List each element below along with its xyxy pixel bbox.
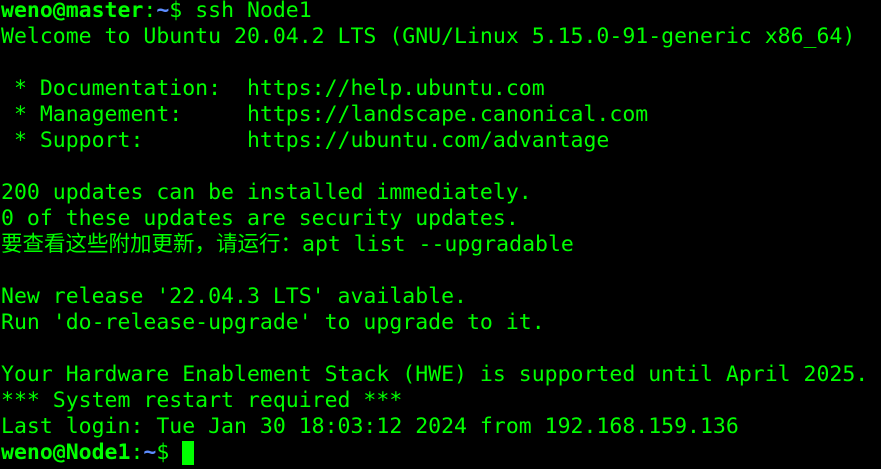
support-line: * Support: https://ubuntu.com/advantage <box>1 128 610 153</box>
documentation-line: * Documentation: https://help.ubuntu.com <box>1 76 545 101</box>
terminal-cursor[interactable] <box>182 441 195 465</box>
prompt-line-master: weno@master:~$ ssh Node1 <box>1 0 312 24</box>
hwe-support-line: Your Hardware Enablement Stack (HWE) is … <box>1 362 869 387</box>
command-text: ssh Node1 <box>195 0 312 23</box>
last-login-line: Last login: Tue Jan 30 18:03:12 2024 fro… <box>1 414 739 439</box>
new-release-line: New release '22.04.3 LTS' available. <box>1 284 467 309</box>
restart-required-line: *** System restart required *** <box>1 388 403 413</box>
security-updates-line: 0 of these updates are security updates. <box>1 206 519 231</box>
prompt-separator: : <box>143 0 157 23</box>
list-hint-line: 要查看这些附加更新，请运行：apt list --upgradable <box>1 232 574 258</box>
prompt-path: ~ <box>143 440 157 465</box>
updates-available-line: 200 updates can be installed immediately… <box>1 180 532 205</box>
management-line: * Management: https://landscape.canonica… <box>1 102 649 127</box>
prompt-dollar: $ <box>156 440 183 465</box>
prompt-user-host: weno@master <box>1 0 144 23</box>
prompt-user-host: weno@Node1 <box>1 440 131 465</box>
prompt-line-node1[interactable]: weno@Node1:~$ <box>1 440 195 466</box>
prompt-path: ~ <box>156 0 170 23</box>
list-hint-cjk: 要查看这些附加更新，请运行： <box>1 232 303 257</box>
welcome-line: Welcome to Ubuntu 20.04.2 LTS (GNU/Linux… <box>1 24 856 49</box>
upgrade-hint-line: Run 'do-release-upgrade' to upgrade to i… <box>1 310 545 335</box>
terminal-window[interactable]: weno@master:~$ ssh Node1 Welcome to Ubun… <box>0 0 881 469</box>
prompt-dollar: $ <box>169 0 196 23</box>
list-hint-command: apt list --upgradable <box>302 232 574 257</box>
prompt-separator: : <box>130 440 144 465</box>
